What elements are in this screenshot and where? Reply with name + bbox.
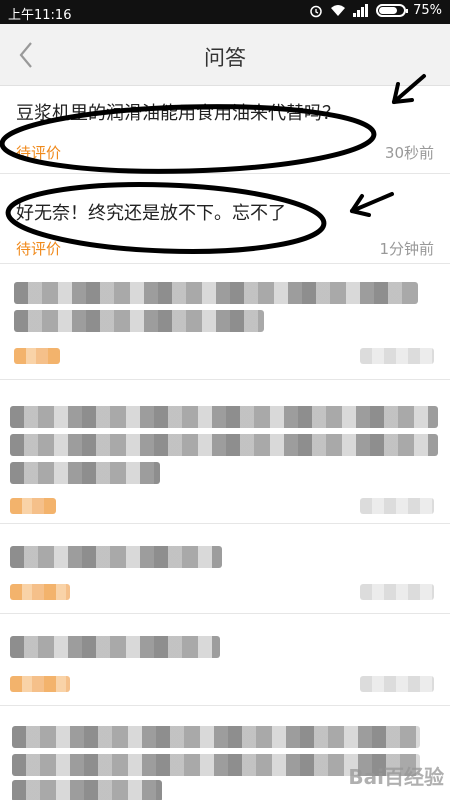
status-bar: 上午11:16 75% <box>0 0 450 24</box>
blurred-time <box>360 348 434 364</box>
blurred-time <box>360 498 434 514</box>
blurred-time <box>360 676 434 692</box>
blurred-question-item[interactable] <box>0 264 450 380</box>
blurred-text <box>12 780 162 800</box>
wifi-icon <box>331 5 346 16</box>
blurred-text <box>12 726 420 748</box>
question-title: 好无奈！终究还是放不下。忘不了 <box>16 203 286 224</box>
blurred-status <box>10 584 70 600</box>
blurred-status <box>10 676 70 692</box>
signal-icon <box>353 4 369 17</box>
blurred-status <box>10 498 56 514</box>
status-time: 上午11:16 <box>8 8 72 23</box>
question-item[interactable]: 豆浆机里的润滑油能用食用油来代替吗？ 待评价 30秒前 <box>0 86 450 174</box>
page-title: 问答 <box>204 46 246 70</box>
question-time: 1分钟前 <box>379 240 434 258</box>
blurred-text <box>14 310 264 332</box>
alarm-clock-icon <box>310 5 322 17</box>
watermark: Bai百经验 <box>348 765 444 789</box>
blurred-status <box>14 348 60 364</box>
blurred-question-item[interactable] <box>0 524 450 614</box>
battery-icon <box>376 4 409 17</box>
battery-percent: 75% <box>413 3 442 18</box>
blurred-text <box>10 546 222 568</box>
blurred-time <box>360 584 434 600</box>
status-icons: 75% <box>309 3 442 18</box>
blurred-text <box>10 434 438 456</box>
blurred-question-item[interactable] <box>0 614 450 706</box>
blurred-text <box>14 282 418 304</box>
question-status: 待评价 <box>16 144 62 162</box>
question-status: 待评价 <box>16 240 62 258</box>
blurred-text <box>10 636 220 658</box>
header: 问答 <box>0 24 450 86</box>
blurred-text <box>10 406 438 428</box>
question-time: 30秒前 <box>384 144 434 162</box>
question-item[interactable]: 好无奈！终究还是放不下。忘不了 待评价 1分钟前 <box>0 174 450 264</box>
question-title: 豆浆机里的润滑油能用食用油来代替吗？ <box>16 103 340 124</box>
blurred-question-item[interactable] <box>0 380 450 524</box>
blurred-text <box>10 462 160 484</box>
